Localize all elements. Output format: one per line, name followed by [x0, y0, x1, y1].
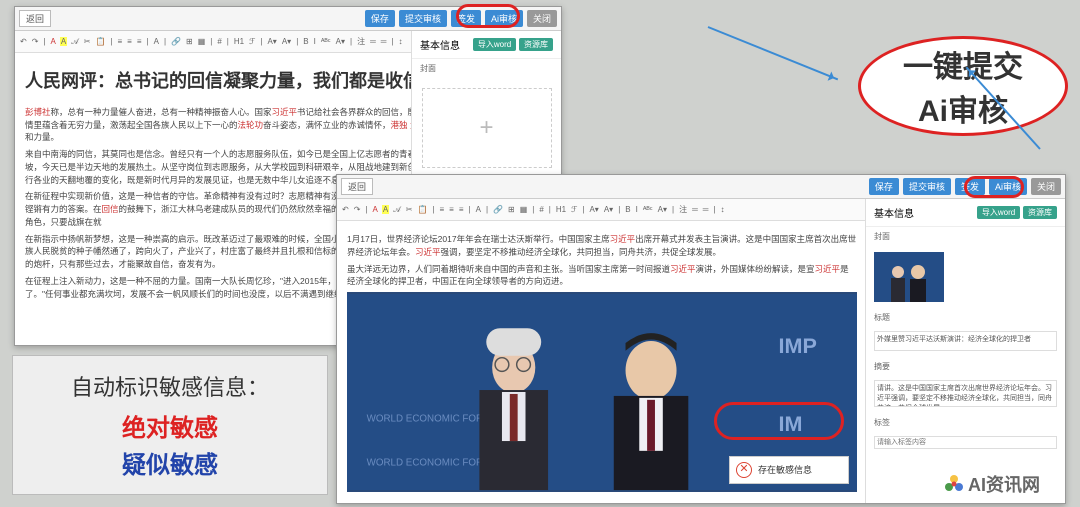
submit-review-button[interactable]: 提交审核	[903, 178, 951, 195]
tag-input[interactable]	[874, 436, 1057, 449]
legend-box: 自动标识敏感信息： 绝对敏感 疑似敏感	[12, 355, 328, 495]
alert-x-icon: ✕	[736, 462, 752, 478]
arrow-1	[708, 26, 839, 80]
watermark: AI资讯网	[944, 471, 1040, 497]
close-button[interactable]: 关闭	[527, 10, 557, 27]
editor-body[interactable]: 1月17日，世界经济论坛2017年年会在瑞士达沃斯举行。中国国家主席习近平出席开…	[337, 221, 867, 500]
title-input[interactable]	[874, 331, 1057, 351]
article-image: WORLD ECONOMIC FORUM WORLD ECONOMIC FORU…	[347, 292, 857, 492]
svg-text:WORLD ECONOMIC FORUM: WORLD ECONOMIC FORUM	[367, 458, 499, 469]
summary-label: 摘要	[866, 357, 1065, 376]
highlight-ring-1	[456, 4, 520, 28]
sensitive-alert: ✕ 存在敏感信息	[729, 456, 849, 484]
res-lib-button[interactable]: 资源库	[519, 38, 553, 51]
basic-info-label: 基本信息	[420, 37, 460, 52]
add-cover-button[interactable]: +	[422, 88, 552, 168]
highlight-ring-2	[964, 176, 1024, 198]
cover-label: 封面	[866, 227, 1065, 246]
svg-text:WORLD ECONOMIC FORUM: WORLD ECONOMIC FORUM	[367, 413, 499, 424]
summary-input[interactable]	[874, 380, 1057, 407]
cover-label: 封面	[412, 59, 561, 78]
callout-oval: 一键提交 Ai审核	[858, 36, 1068, 136]
save-button[interactable]: 保存	[869, 178, 899, 195]
basic-info-label: 基本信息	[874, 205, 914, 220]
res-lib-button[interactable]: 资源库	[1023, 206, 1057, 219]
cover-thumbnail[interactable]	[874, 252, 944, 302]
back-button[interactable]: 返回	[19, 10, 51, 27]
back-button[interactable]: 返回	[341, 178, 373, 195]
highlight-ring-3	[714, 402, 844, 440]
close-button[interactable]: 关闭	[1031, 178, 1061, 195]
submit-review-button[interactable]: 提交审核	[399, 10, 447, 27]
svg-text:IMP: IMP	[779, 333, 817, 358]
import-word-button[interactable]: 导入word	[977, 206, 1020, 219]
import-word-button[interactable]: 导入word	[473, 38, 516, 51]
save-button[interactable]: 保存	[365, 10, 395, 27]
